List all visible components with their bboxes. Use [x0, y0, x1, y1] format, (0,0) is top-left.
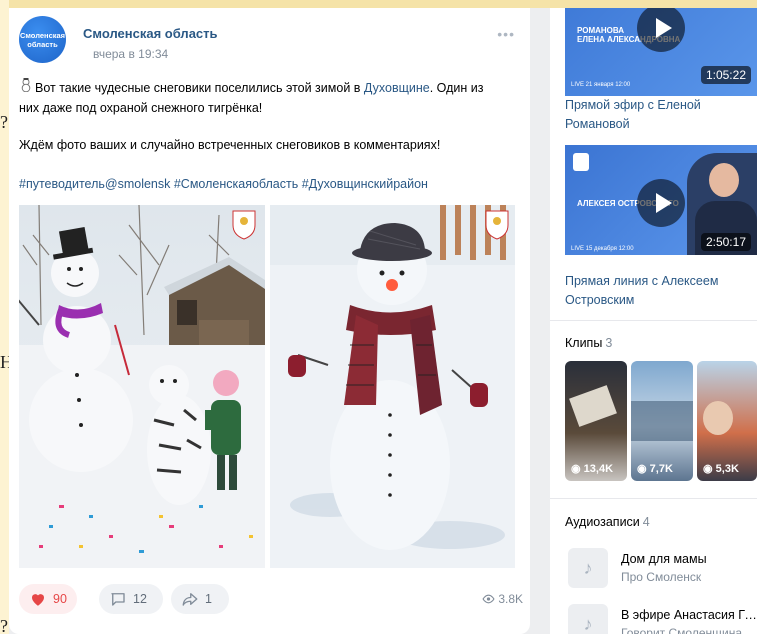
music-note-icon[interactable]: ♪	[568, 548, 608, 588]
audio-header[interactable]: Аудиозаписи 4	[565, 515, 650, 529]
edge-glyph: ?	[0, 112, 8, 132]
share-button[interactable]: 1	[171, 584, 229, 614]
play-icon[interactable]	[637, 179, 685, 227]
video-card[interactable]: АЛЕКСЕЯ ОСТРОВСКОГО LIVE 15 декабря 12:0…	[565, 145, 757, 255]
post-actions: 90 12 1 3.8K	[19, 584, 523, 614]
author-avatar[interactable]: Смоленская область	[19, 16, 66, 63]
page-top-band	[0, 0, 757, 8]
clip-views: ◉ 13,4K	[571, 462, 613, 475]
clip-card[interactable]: ◉ 5,3K	[697, 361, 757, 481]
like-button[interactable]: 90	[19, 584, 77, 614]
clip-thumb-shape	[703, 401, 733, 435]
post-text-line: них даже под охраной снежного тигрёнка!	[19, 101, 263, 115]
views-count: 3.8K	[498, 592, 523, 606]
clip-views: ◉ 7,7K	[637, 462, 673, 475]
clip-thumb-shape	[569, 385, 617, 427]
video-title-link[interactable]: Прямой эфир с Еленой Романовой	[565, 96, 745, 134]
track-title: В эфире Анастасия Гре...	[621, 608, 757, 622]
track-artist: Говорит Смоленщина	[621, 626, 742, 634]
heart-icon	[29, 590, 47, 608]
clip-views-count: 13,4K	[583, 463, 614, 475]
post-time[interactable]: вчера в 19:34	[93, 47, 168, 61]
right-sidebar: РОМАНОВА ЕЛЕНА АЛЕКСАНДРОВНА LIVE 21 янв…	[550, 8, 757, 634]
snowman-icon	[19, 78, 33, 98]
like-count: 90	[53, 592, 67, 606]
track-title: Дом для мамы	[621, 552, 707, 566]
wall-post: Смоленская область Смоленская область вч…	[9, 8, 530, 634]
eye-icon: ◉	[637, 463, 650, 475]
post-photo-snowman-hat[interactable]	[270, 205, 515, 568]
share-icon	[181, 590, 199, 608]
audio-title: Аудиозаписи	[565, 515, 640, 529]
clip-thumb-shape	[631, 401, 693, 441]
divider	[550, 498, 757, 499]
clip-views: ◉ 5,3K	[703, 462, 739, 475]
video-title-link[interactable]: Прямая линия с Алексеем Островским	[565, 272, 745, 310]
coat-of-arms-icon	[573, 153, 589, 171]
post-paragraph: Ждём фото ваших и случайно встреченных с…	[19, 138, 441, 152]
clip-card[interactable]: ◉ 13,4K	[565, 361, 627, 481]
live-badge: LIVE 15 декабря 12:00	[571, 246, 634, 252]
eye-icon	[482, 592, 498, 606]
clip-card[interactable]: ◉ 7,7K	[631, 361, 693, 481]
comment-count: 12	[133, 592, 147, 606]
post-text-part: Вот такие чудесные снеговики поселились …	[35, 81, 364, 95]
divider	[550, 320, 757, 321]
hashtags-link[interactable]: #путеводитель@smolensk #Смоленскаяобласт…	[19, 177, 428, 191]
more-options-icon[interactable]: •••	[497, 26, 515, 42]
share-count: 1	[205, 592, 212, 606]
post-text: Вот такие чудесные снеговики поселились …	[19, 78, 519, 118]
live-badge: LIVE 21 января 12:00	[571, 82, 631, 88]
music-note-icon[interactable]: ♪	[568, 604, 608, 634]
audio-track[interactable]: ♪ В эфире Анастасия Гре... Говорит Смоле…	[565, 604, 757, 634]
comment-button[interactable]: 12	[99, 584, 163, 614]
left-edge-strip: ? Н ?	[0, 0, 13, 634]
video-card[interactable]: РОМАНОВА ЕЛЕНА АЛЕКСАНДРОВНА LIVE 21 янв…	[565, 8, 757, 96]
clip-views-count: 5,3K	[715, 463, 739, 475]
video-duration: 2:50:17	[700, 233, 751, 251]
avatar-label: Смоленская область	[19, 30, 66, 49]
comment-icon	[109, 590, 127, 608]
clip-views-count: 7,7K	[649, 463, 673, 475]
clips-header[interactable]: Клипы 3	[565, 336, 612, 350]
post-text-part: . Один из	[429, 81, 484, 95]
track-artist: Про Смоленск	[621, 570, 702, 584]
location-link[interactable]: Духовщине	[364, 81, 430, 95]
clips-count: 3	[605, 336, 613, 350]
audio-count: 4	[642, 515, 650, 529]
clips-title: Клипы	[565, 336, 603, 350]
video-duration: 1:05:22	[700, 66, 751, 84]
eye-icon: ◉	[571, 463, 584, 475]
author-name-link[interactable]: Смоленская область	[83, 26, 218, 41]
views-counter: 3.8K	[482, 592, 523, 606]
post-photo-snowman-tiger[interactable]	[19, 205, 265, 568]
eye-icon: ◉	[703, 463, 716, 475]
post-header: Смоленская область Смоленская область вч…	[19, 16, 519, 64]
edge-glyph: ?	[0, 616, 8, 634]
audio-track[interactable]: ♪ Дом для мамы Про Смоленск	[565, 548, 757, 592]
